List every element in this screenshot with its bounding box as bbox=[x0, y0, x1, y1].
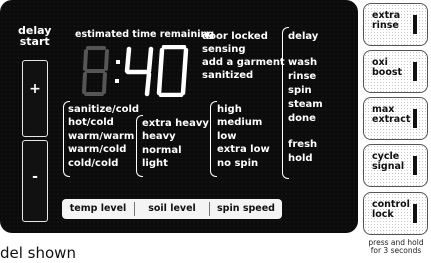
status-sensing: sensing bbox=[202, 44, 246, 55]
indicator-light-icon bbox=[413, 109, 417, 128]
temp-option: cold/cold bbox=[68, 157, 119, 169]
label-line: lock bbox=[372, 209, 394, 220]
soil-option: extra heavy bbox=[142, 118, 209, 129]
cycle-signal-label: cycle signal bbox=[372, 152, 404, 172]
cycle-status-item: fresh bbox=[288, 139, 318, 150]
delay-minus-button[interactable]: - bbox=[22, 140, 48, 222]
cycle-status-item: rinse bbox=[288, 71, 317, 82]
press-hold-note: press and hold for 3 seconds bbox=[364, 239, 428, 255]
indicator-light-icon bbox=[413, 62, 417, 81]
max-extract-button[interactable]: max extract bbox=[363, 97, 428, 140]
indicator-light-icon bbox=[413, 204, 417, 223]
digit-8-dim bbox=[82, 46, 109, 96]
plus-icon: + bbox=[29, 81, 41, 97]
temp-option: hot/cold bbox=[68, 117, 114, 129]
label-line: rinse bbox=[372, 20, 399, 31]
start-label: start bbox=[19, 35, 50, 48]
cycle-status-item: wash bbox=[288, 57, 318, 68]
extra-rinse-label: extra rinse bbox=[372, 11, 400, 31]
cycle-status-item: spin bbox=[288, 85, 312, 96]
spin-options-list: high medium low extra low no spin bbox=[217, 103, 270, 170]
time-display bbox=[82, 45, 189, 97]
temp-option: sanitize/cold bbox=[68, 104, 140, 115]
spin-option: low bbox=[217, 130, 237, 142]
control-lock-button[interactable]: control lock bbox=[363, 192, 428, 235]
digit-4 bbox=[124, 46, 154, 97]
status-add-garment: add a garment bbox=[202, 57, 285, 68]
temp-level-button[interactable]: temp level bbox=[62, 199, 134, 219]
control-panel: delay start + - estimated time remaining bbox=[0, 0, 358, 233]
temp-options-list: sanitize/cold hot/cold warm/warm warm/co… bbox=[68, 103, 139, 170]
control-lock-label: control lock bbox=[372, 200, 410, 220]
cycle-status-item: delay bbox=[288, 31, 319, 42]
delay-plus-button[interactable]: + bbox=[22, 60, 48, 137]
label-line: boost bbox=[372, 67, 403, 78]
indicator-light-icon bbox=[413, 15, 417, 34]
status-sanitized: sanitized bbox=[202, 70, 254, 81]
oxi-boost-button[interactable]: oxi boost bbox=[363, 50, 428, 93]
soil-option: normal bbox=[142, 144, 182, 156]
soil-option: heavy bbox=[142, 131, 176, 143]
spin-option: extra low bbox=[217, 144, 270, 156]
delay-start-label: delay start bbox=[18, 25, 51, 47]
indicator-light-icon bbox=[413, 156, 417, 175]
label-line: extract bbox=[372, 114, 411, 125]
spin-option: no spin bbox=[217, 157, 259, 169]
spin-speed-button[interactable]: spin speed bbox=[210, 199, 282, 219]
cycle-status-item: steam bbox=[288, 99, 323, 110]
spin-option: medium bbox=[217, 117, 263, 129]
caption-text: del shown bbox=[0, 244, 76, 262]
max-extract-label: max extract bbox=[372, 105, 410, 125]
digit-0 bbox=[156, 45, 189, 97]
soil-level-button[interactable]: soil level bbox=[135, 199, 209, 219]
estimated-time-label: estimated time remaining bbox=[75, 29, 215, 40]
status-door-locked: door locked bbox=[202, 31, 268, 42]
temp-option: warm/warm bbox=[68, 130, 135, 142]
soil-option: light bbox=[142, 158, 168, 170]
level-buttons-bar: temp level soil level spin speed bbox=[62, 199, 282, 219]
cycle-status-item: done bbox=[288, 113, 316, 124]
soil-options-list: extra heavy heavy normal light bbox=[142, 117, 209, 171]
cycle-status-list: delay wash rinse spin steam done fresh h… bbox=[288, 30, 323, 166]
oxi-boost-label: oxi boost bbox=[372, 58, 402, 78]
cycle-status-item: hold bbox=[288, 153, 313, 164]
colon bbox=[115, 60, 120, 83]
extra-rinse-button[interactable]: extra rinse bbox=[363, 3, 428, 46]
door-status-list: door locked sensing add a garment saniti… bbox=[202, 30, 285, 82]
note-line: for 3 seconds bbox=[370, 246, 422, 255]
cycle-signal-button[interactable]: cycle signal bbox=[363, 144, 428, 187]
spin-bracket bbox=[210, 101, 217, 177]
spin-option: high bbox=[217, 104, 242, 115]
minus-icon: - bbox=[32, 169, 38, 185]
temp-option: warm/cold bbox=[68, 144, 127, 156]
label-line: signal bbox=[372, 161, 405, 172]
